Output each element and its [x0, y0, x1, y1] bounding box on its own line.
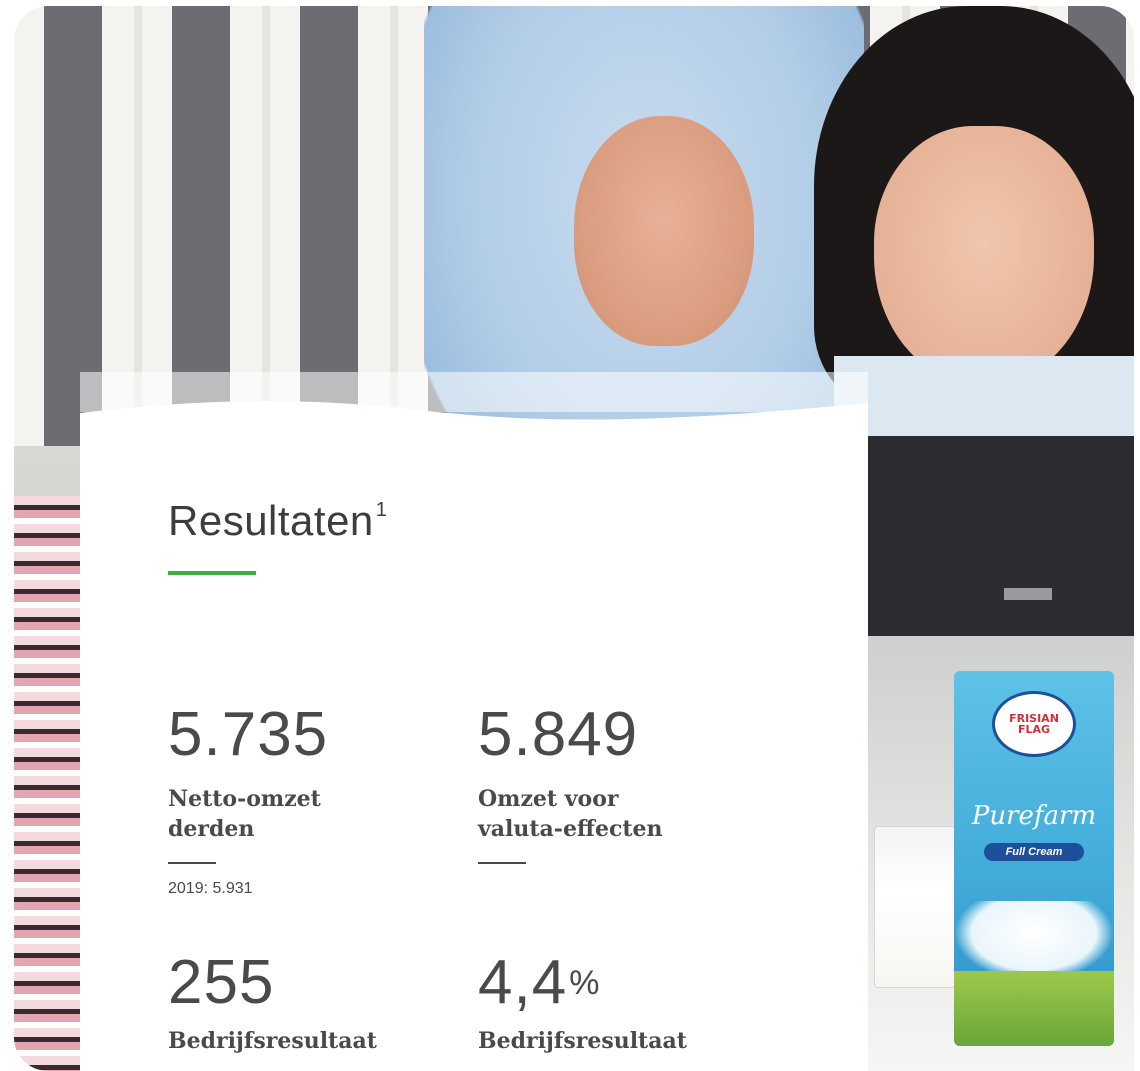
- kpi-number: 5.735: [168, 700, 329, 769]
- results-card: Resultaten 1 5.735 Netto-omzet derden 201…: [80, 395, 868, 1071]
- kpi-label: Bedrijfsresultaat: [168, 1026, 458, 1056]
- tablet-sticker: [1004, 588, 1052, 600]
- kpi-label-line: derden: [168, 816, 255, 842]
- tablet-device: [864, 436, 1134, 636]
- kpi-label-line: Omzet voor: [478, 786, 619, 812]
- frisian-flag-logo: FRISIAN FLAG: [992, 691, 1076, 757]
- kpi-value: 4,4%: [478, 950, 768, 1016]
- milk-carton: FRISIAN FLAG Purefarm Full Cream: [954, 671, 1114, 1046]
- product-variant: Full Cream: [984, 843, 1084, 861]
- title-underline-icon: [168, 571, 256, 575]
- milk-glass: [874, 826, 956, 988]
- girl-face: [874, 126, 1094, 386]
- kpi-net-revenue: 5.735 Netto-omzet derden 2019: 5.931: [168, 702, 458, 898]
- kpi-label-line: valuta-effecten: [478, 816, 663, 842]
- kpi-label-line: Bedrijfsresultaat: [478, 1028, 687, 1054]
- card-title-text: Resultaten: [168, 497, 374, 544]
- kpi-number: 255: [168, 948, 275, 1017]
- kpi-value: 5.735: [168, 702, 458, 768]
- kpi-label: Bedrijfsresultaat: [478, 1026, 768, 1056]
- milk-splash: [954, 901, 1114, 981]
- kpi-value: 5.849: [478, 702, 768, 768]
- kpi-number: 5.849: [478, 700, 639, 769]
- kpi-divider-icon: [478, 862, 526, 864]
- kpi-label: Netto-omzet derden: [168, 784, 458, 844]
- kpi-operating-result: 255 Bedrijfsresultaat: [168, 950, 458, 1056]
- kpi-label-line: Netto-omzet: [168, 786, 321, 812]
- kpi-label-line: Bedrijfsresultaat: [168, 1028, 377, 1054]
- kpi-comparison: 2019: 5.931: [168, 880, 253, 897]
- kpi-value: 255: [168, 950, 458, 1016]
- kpi-revenue-before-fx: 5.849 Omzet voor valuta-effecten: [478, 702, 768, 864]
- product-name: Purefarm: [971, 801, 1097, 831]
- carton-meadow: [954, 971, 1114, 1046]
- kpi-divider-icon: [168, 862, 216, 864]
- card-title: Resultaten 1: [168, 497, 387, 545]
- kpi-operating-margin: 4,4% Bedrijfsresultaat: [478, 950, 768, 1056]
- woman-face: [574, 116, 754, 346]
- kpi-label: Omzet voor valuta-effecten: [478, 784, 768, 844]
- card-title-footnote: 1: [375, 499, 388, 521]
- kpi-unit: %: [569, 964, 601, 1002]
- kpi-number: 4,4: [478, 948, 568, 1017]
